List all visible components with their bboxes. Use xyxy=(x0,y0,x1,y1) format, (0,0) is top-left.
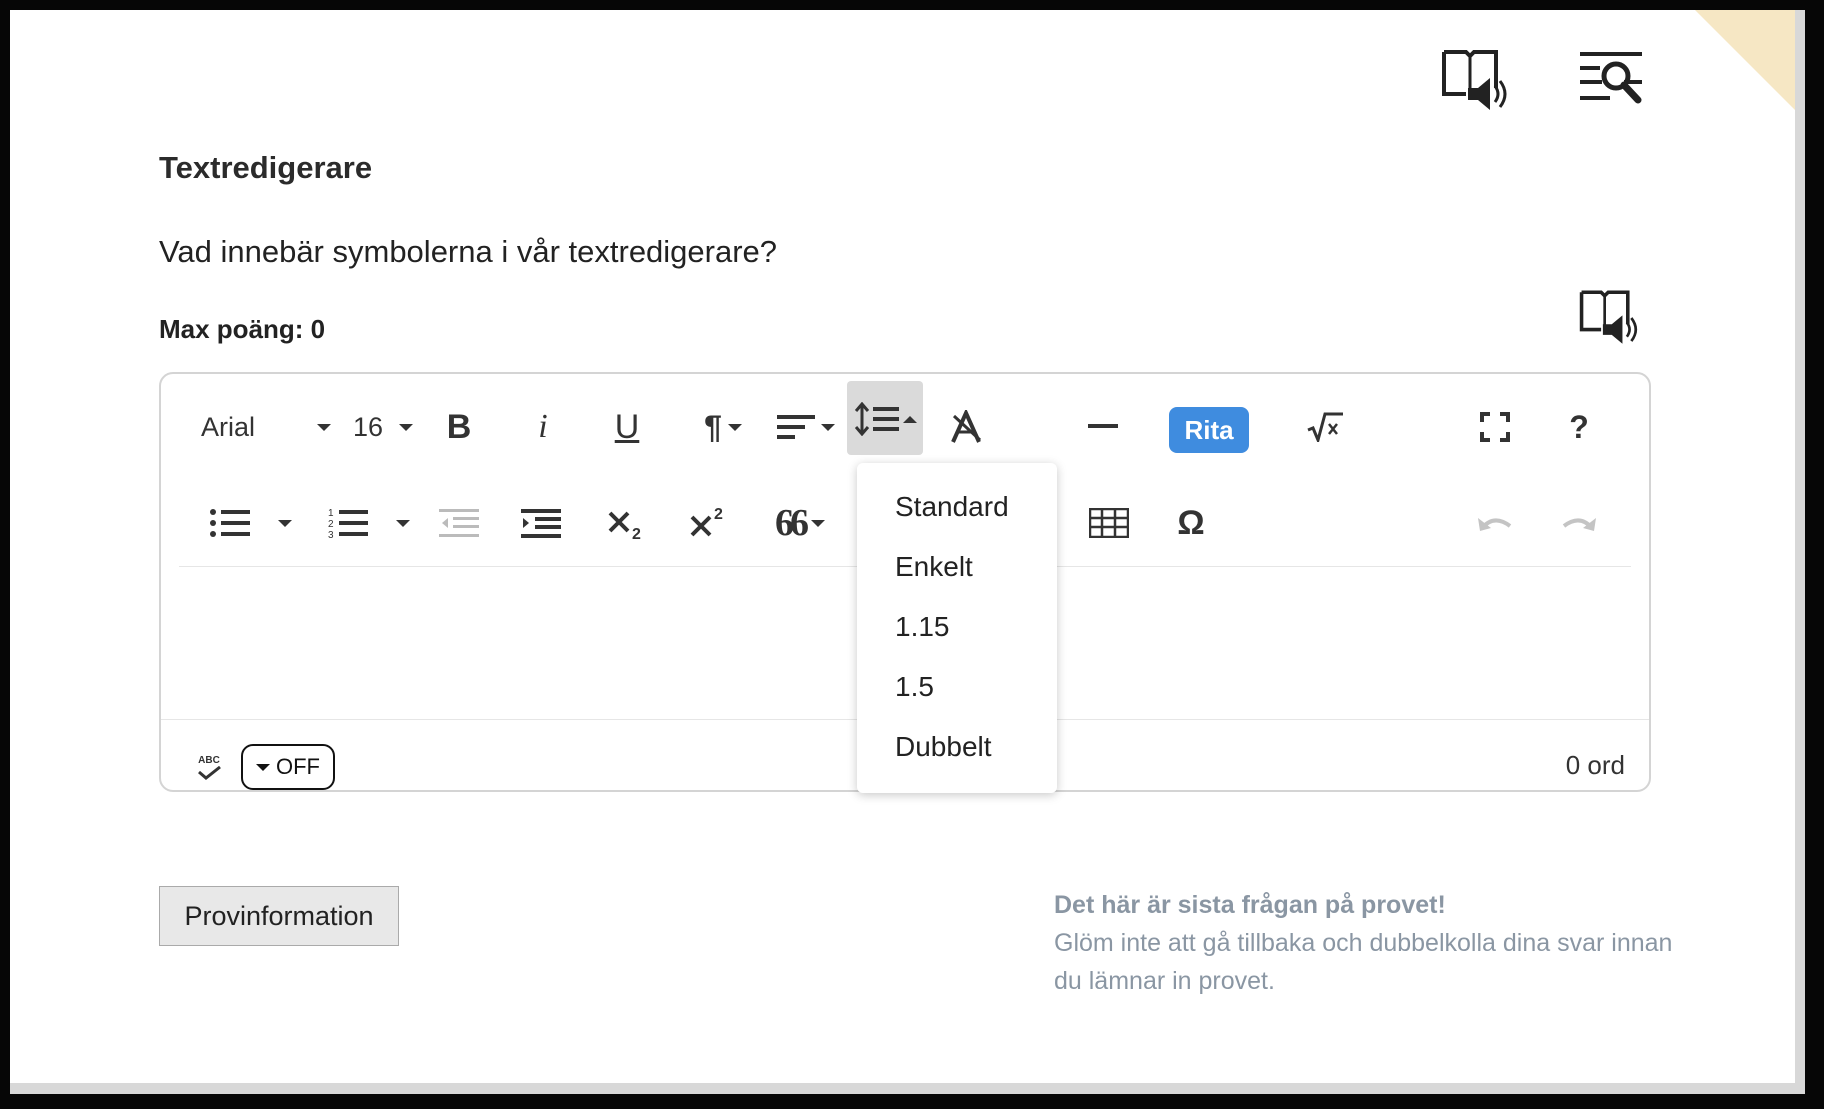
font-family-value: Arial xyxy=(201,411,256,442)
numbered-list-icon: 1 2 3 xyxy=(328,508,368,539)
horizontal-line-icon xyxy=(1088,424,1118,428)
align-left-icon xyxy=(777,415,815,439)
frame-edge-bottom xyxy=(10,1083,1805,1094)
align-button[interactable] xyxy=(773,402,839,452)
svg-text:2: 2 xyxy=(328,519,334,530)
menu-item-1-15[interactable]: 1.15 xyxy=(895,611,950,643)
spellcheck-icon[interactable]: ABC xyxy=(189,749,229,785)
line-height-icon xyxy=(855,402,899,436)
text-search-icon[interactable] xyxy=(1578,50,1648,112)
horizontal-line-button[interactable] xyxy=(1083,402,1123,452)
math-formula-button[interactable] xyxy=(1305,402,1345,452)
read-aloud-icon[interactable] xyxy=(1440,48,1512,114)
indent-button[interactable] xyxy=(519,498,563,548)
paragraph-format-button[interactable]: ¶ xyxy=(691,402,755,452)
question-text: Vad innebär symbolerna i vår textrediger… xyxy=(159,234,778,269)
svg-text:3: 3 xyxy=(328,530,334,539)
insert-table-button[interactable] xyxy=(1087,498,1131,548)
clear-format-icon xyxy=(951,410,982,443)
notice-body: Glöm inte att gå tillbaka och dubbelkoll… xyxy=(1054,929,1673,995)
line-height-menu: Standard Enkelt 1.15 1.5 Dubbelt xyxy=(857,463,1057,793)
superscript-button[interactable]: 2 xyxy=(687,498,731,548)
notice-title: Det här är sista frågan på provet! xyxy=(1054,891,1446,919)
redo-button[interactable] xyxy=(1557,498,1601,548)
chevron-down-icon xyxy=(811,519,825,527)
word-count: 0 ord xyxy=(1565,750,1625,780)
chevron-down-icon xyxy=(821,423,835,431)
font-family-select[interactable]: Arial xyxy=(201,404,331,450)
svg-text:2: 2 xyxy=(714,506,723,523)
chevron-down-icon xyxy=(727,423,742,431)
undo-button[interactable] xyxy=(1473,498,1517,548)
special-characters-button[interactable]: Ω xyxy=(1169,498,1213,548)
line-height-button[interactable] xyxy=(849,394,923,444)
draw-button[interactable]: Rita xyxy=(1169,407,1249,453)
chevron-down-icon xyxy=(317,423,331,431)
clear-format-button[interactable] xyxy=(947,402,987,452)
chevron-up-icon xyxy=(903,415,917,423)
undo-icon xyxy=(1478,518,1512,531)
last-question-notice: Det här är sista frågan på provet! Glöm … xyxy=(1054,886,1694,1000)
underline-button[interactable]: U xyxy=(607,402,647,452)
superscript-icon: 2 xyxy=(690,506,723,537)
question-title: Textredigerare xyxy=(159,150,373,185)
help-button[interactable]: ? xyxy=(1559,402,1599,452)
max-points: Max poäng: 0 xyxy=(159,314,326,344)
subscript-button[interactable]: 2 xyxy=(605,498,649,548)
font-size-value: 16 xyxy=(353,411,384,442)
svg-text:2: 2 xyxy=(632,526,641,541)
bold-button[interactable]: B xyxy=(439,402,479,452)
exam-info-button[interactable]: Provinformation xyxy=(159,886,399,946)
check-mark-icon xyxy=(198,765,221,780)
menu-item-dubbelt[interactable]: Dubbelt xyxy=(895,731,992,763)
svg-text:1: 1 xyxy=(328,508,334,519)
spellcheck-abc-label: ABC xyxy=(198,754,220,766)
question-read-aloud-icon[interactable] xyxy=(1578,288,1642,348)
chevron-down-icon xyxy=(278,519,292,527)
bullet-list-button[interactable] xyxy=(201,498,301,548)
chevron-down-icon xyxy=(256,763,270,771)
spellcheck-toggle[interactable]: OFF xyxy=(241,744,335,790)
spellcheck-state: OFF xyxy=(276,754,320,779)
menu-item-enkelt[interactable]: Enkelt xyxy=(895,551,973,583)
paragraph-icon: ¶ xyxy=(704,408,722,445)
square-root-icon xyxy=(1307,412,1343,442)
bullet-list-icon xyxy=(210,509,250,537)
redo-icon xyxy=(1562,518,1596,531)
frame-edge-right xyxy=(1795,10,1805,1094)
page: Textredigerare Vad innebär symbolerna i … xyxy=(10,10,1805,1094)
outdent-button[interactable] xyxy=(437,498,481,548)
corner-decoration xyxy=(1695,10,1795,110)
outdent-icon xyxy=(439,509,479,537)
fullscreen-icon xyxy=(1480,412,1510,442)
quote-icon: 66 xyxy=(775,502,809,544)
numbered-list-button[interactable]: 1 2 3 xyxy=(321,498,417,548)
table-icon xyxy=(1089,508,1129,538)
menu-item-standard[interactable]: Standard xyxy=(895,491,1009,523)
blockquote-button[interactable]: 66 xyxy=(769,498,831,548)
italic-button[interactable]: i xyxy=(523,402,563,452)
fullscreen-button[interactable] xyxy=(1475,402,1515,452)
chevron-down-icon xyxy=(399,423,413,431)
indent-icon xyxy=(521,509,561,538)
chevron-down-icon xyxy=(396,519,410,527)
menu-item-1-5[interactable]: 1.5 xyxy=(895,671,934,703)
subscript-icon: 2 xyxy=(608,511,641,541)
font-size-select[interactable]: 16 xyxy=(353,404,413,450)
